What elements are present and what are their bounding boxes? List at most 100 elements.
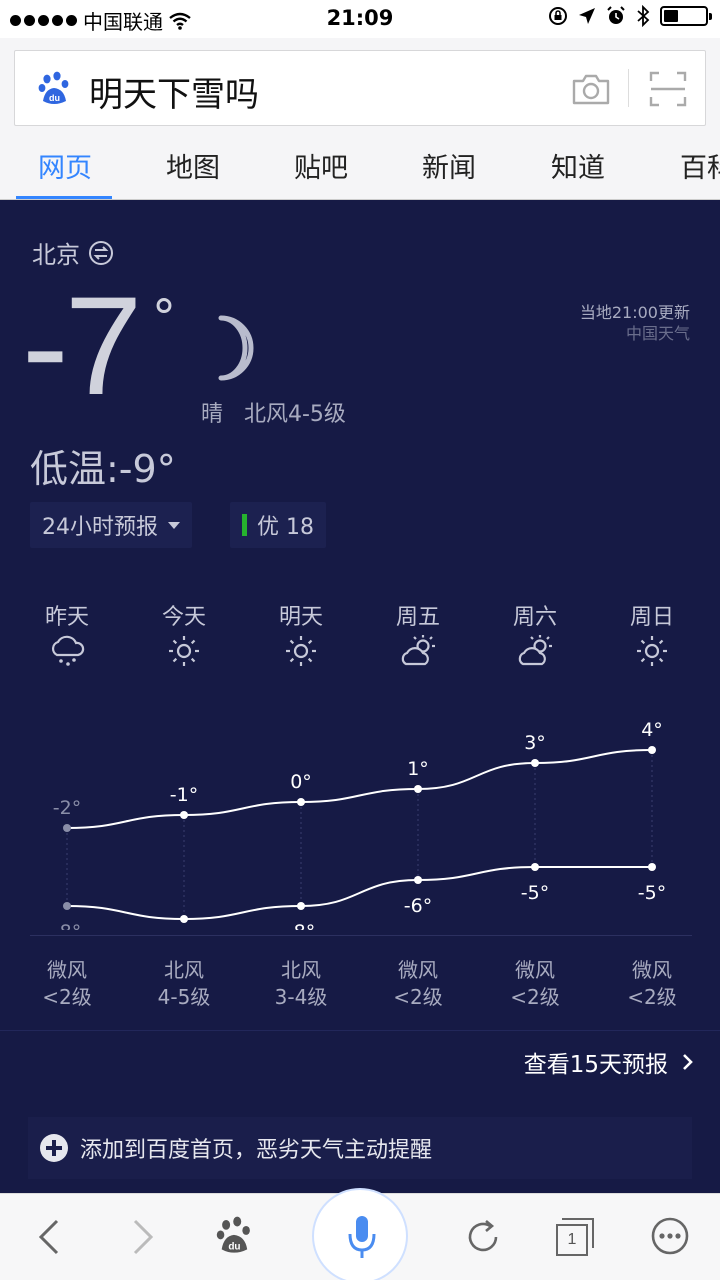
low-temp-line: [66, 866, 653, 921]
sun-icon: [286, 636, 316, 666]
wind-level: 4-5级: [157, 985, 211, 1009]
low-temp-point: [531, 863, 539, 871]
day-label: 周六: [512, 605, 557, 630]
wind-direction: 微风: [515, 958, 555, 982]
moon-icon: [218, 315, 254, 381]
wind-direction: 微风: [398, 958, 438, 982]
tabs-button[interactable]: 1: [554, 1218, 598, 1258]
wind-direction: 微风: [47, 958, 87, 982]
more-options-icon[interactable]: [650, 1216, 690, 1256]
refresh-icon[interactable]: [464, 1218, 502, 1256]
wind-direction: 北风: [281, 958, 321, 982]
location-icon: [579, 8, 595, 24]
low-temp-label: -5°: [638, 882, 666, 904]
low-temp-point: [180, 915, 188, 923]
chevron-right-icon: [683, 1054, 693, 1070]
high-temp-point: [531, 759, 539, 767]
alarm-icon: [607, 6, 625, 24]
bluetooth-icon: [637, 5, 650, 27]
status-icons: [548, 5, 712, 27]
low-temperature: 低温:-9°: [30, 447, 176, 491]
low-temp-label: -5°: [521, 882, 549, 904]
wind-level: <2级: [42, 985, 92, 1009]
six-day-forecast: 昨天 今天 明天 周五 周六 周日 -2° -1° 0° 1° 3° 4° -6…: [0, 595, 720, 935]
baidu-paw-icon: du: [38, 71, 69, 104]
forward-icon[interactable]: [130, 1218, 156, 1256]
high-temp-label: -1°: [170, 784, 198, 806]
low-temp-label: -8°: [53, 921, 81, 930]
baidu-home-icon[interactable]: du: [215, 1216, 255, 1256]
camera-icon[interactable]: [571, 69, 611, 109]
high-temp-point: [297, 798, 305, 806]
city-name: 北京: [32, 241, 80, 269]
degree-symbol: °: [152, 290, 176, 346]
wind-level: 3-4级: [274, 985, 328, 1009]
status-bar: 中国联通 21:09: [0, 0, 720, 38]
high-temp-line: [66, 749, 653, 829]
wind-direction: 北风: [164, 958, 204, 982]
wind-info: 北风 4-5级: [139, 957, 229, 1011]
sun-icon: [169, 636, 199, 666]
add-to-homepage-button[interactable]: 添加到百度首页，恶劣天气主动提醒: [28, 1117, 692, 1179]
search-divider: [628, 69, 629, 107]
current-temperature: -7: [22, 267, 143, 424]
tab-web[interactable]: 网页: [38, 146, 92, 185]
tab-zhidao[interactable]: 知道: [551, 146, 605, 185]
wind-info: 微风 <2级: [607, 957, 697, 1011]
bottom-toolbar: du 1: [0, 1188, 720, 1280]
partly-cloudy-icon: [401, 635, 435, 666]
scan-icon[interactable]: [649, 71, 687, 107]
microphone-icon: [348, 1216, 376, 1258]
tab-baike[interactable]: 百科: [680, 146, 720, 185]
high-temp-point: [648, 746, 656, 754]
tab-news[interactable]: 新闻: [422, 146, 476, 185]
day-label: 今天: [161, 605, 206, 630]
low-temp-point: [414, 876, 422, 884]
search-box[interactable]: du 明天下雪吗: [14, 50, 706, 126]
wind-info: 微风 <2级: [490, 957, 580, 1011]
update-info: 当地21:00更新 中国天气: [580, 302, 690, 344]
low-temp-point: [297, 902, 305, 910]
air-quality-badge[interactable]: 优 18: [230, 502, 326, 548]
high-temp-label: 4°: [641, 719, 663, 741]
battery-icon: [660, 6, 712, 26]
day-label: 昨天: [44, 605, 89, 630]
snow-cloud-icon: [51, 635, 85, 666]
condition-text: 晴: [201, 402, 224, 427]
day-label: 明天: [278, 605, 323, 630]
city-selector[interactable]: 北京: [32, 235, 114, 270]
data-source: 中国天气: [625, 324, 690, 343]
low-temp-point: [63, 902, 71, 910]
wind-info: 微风 <2级: [22, 957, 112, 1011]
hourly-forecast-label: 24小时预报: [42, 515, 158, 540]
voice-search-button[interactable]: [312, 1188, 408, 1280]
plus-icon: [40, 1134, 68, 1162]
section-divider: [0, 1030, 720, 1031]
svg-text:du: du: [49, 93, 60, 103]
temperature-chart: -2°-1°0°1°3°4°-8°-9°-8°-6°-5°-5°: [53, 719, 666, 930]
chevron-down-icon: [168, 521, 180, 529]
wind-level: <2级: [393, 985, 443, 1009]
search-input[interactable]: 明天下雪吗: [89, 67, 259, 116]
wind-level: <2级: [510, 985, 560, 1009]
svg-text:du: du: [228, 1241, 240, 1252]
update-time: 当地21:00更新: [579, 303, 690, 322]
high-temp-label: -2°: [53, 797, 81, 819]
high-temp-point: [414, 785, 422, 793]
back-icon[interactable]: [36, 1218, 62, 1256]
high-temp-label: 3°: [524, 732, 546, 754]
view-15-day-forecast-link[interactable]: 查看15天预报: [524, 1045, 694, 1079]
wind-direction: 微风: [632, 958, 672, 982]
wind-info: 北风 3-4级: [256, 957, 346, 1011]
high-temp-label: 1°: [407, 758, 429, 780]
rotation-lock-icon: [549, 7, 567, 25]
low-temp-point: [648, 863, 656, 871]
weather-card: 北京 -7 ° 晴 北风 4-5级 当地21:00更新 中国天气 低温:-9° 2…: [0, 200, 720, 1193]
sun-icon: [637, 636, 667, 666]
low-temp-label: -6°: [404, 895, 432, 917]
tab-map[interactable]: 地图: [166, 146, 220, 185]
tab-tieba[interactable]: 贴吧: [294, 146, 348, 185]
forecast-divider: [30, 935, 692, 936]
hourly-forecast-button[interactable]: 24小时预报: [30, 502, 192, 548]
switch-city-icon: [89, 240, 113, 265]
